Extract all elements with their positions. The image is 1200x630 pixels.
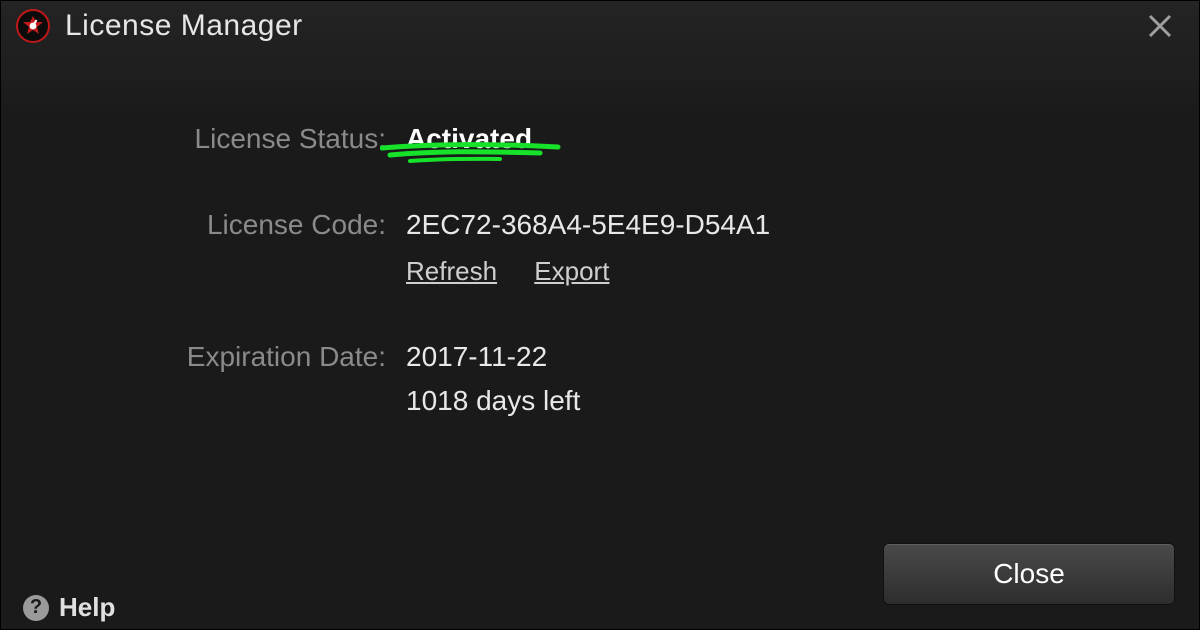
value-days-left: 1018 days left	[406, 383, 580, 419]
close-button[interactable]: Close	[883, 543, 1175, 605]
app-icon	[15, 8, 51, 44]
help-icon: ?	[23, 595, 49, 621]
value-expiration-date: 2017-11-22	[406, 339, 580, 375]
label-expiration: Expiration Date:	[156, 339, 406, 375]
row-expiration: Expiration Date: 2017-11-22 1018 days le…	[156, 339, 1199, 419]
dialog-footer: ? Help Close	[1, 539, 1199, 629]
license-manager-dialog: License Manager License Status: Activate…	[0, 0, 1200, 630]
row-status: License Status: Activated	[156, 121, 1199, 157]
close-icon[interactable]	[1135, 6, 1185, 46]
dialog-body: License Status: Activated License Code: …	[1, 121, 1199, 469]
help-link[interactable]: ? Help	[23, 592, 115, 623]
row-code: License Code: 2EC72-368A4-5E4E9-D54A1 Re…	[156, 207, 1199, 289]
label-status: License Status:	[156, 121, 406, 157]
value-code: 2EC72-368A4-5E4E9-D54A1	[406, 207, 770, 243]
close-button-label: Close	[993, 558, 1065, 590]
label-code: License Code:	[156, 207, 406, 243]
refresh-link[interactable]: Refresh	[406, 256, 497, 286]
export-link[interactable]: Export	[534, 256, 609, 286]
help-label: Help	[59, 592, 115, 623]
value-status: Activated	[406, 121, 532, 157]
window-title: License Manager	[65, 9, 303, 43]
code-actions: Refresh Export	[406, 253, 770, 289]
titlebar: License Manager	[1, 1, 1199, 47]
